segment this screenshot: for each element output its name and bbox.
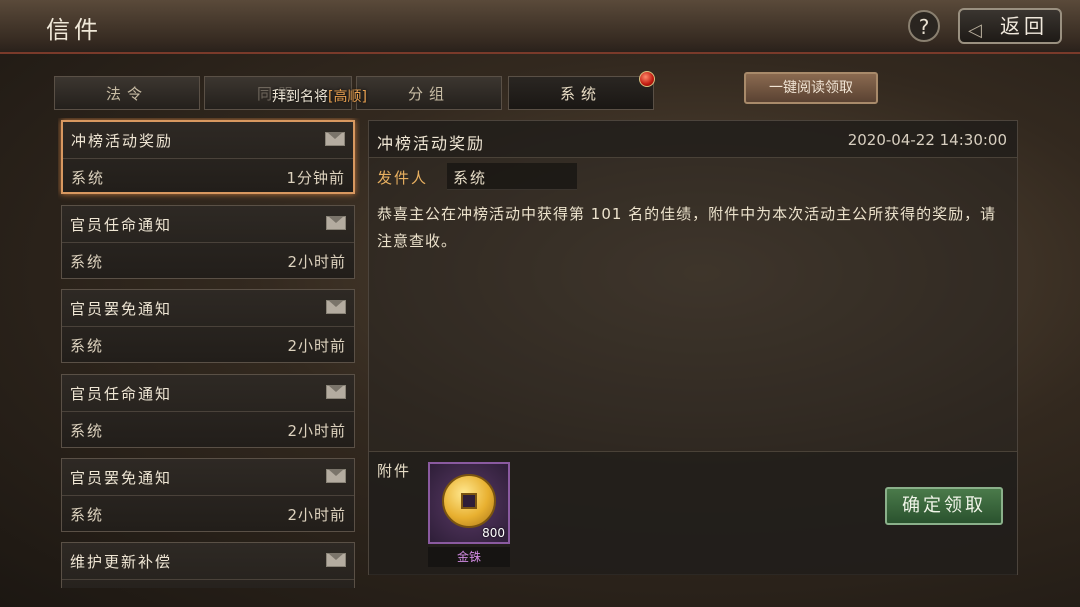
mail-title-row: 维护更新补偿 — [62, 543, 354, 580]
mail-time: 1分钟前 — [286, 169, 345, 187]
attachment-label: 附件 — [377, 462, 412, 480]
envelope-icon — [326, 469, 346, 483]
read-all-claim-button[interactable]: 一键阅读领取 — [744, 72, 878, 104]
sender-box: 系统 — [447, 163, 577, 190]
mail-detail-panel: 冲榜活动奖励 2020-04-22 14:30:00 发件人 系统 恭喜主公在冲… — [368, 120, 1018, 575]
tab-system[interactable]: 系统 — [508, 76, 654, 110]
attachment-item-slot[interactable]: 800 — [428, 462, 510, 544]
mail-title-row: 官员罢免通知 — [62, 290, 354, 327]
mail-time: 2小时前 — [287, 422, 346, 440]
sender-value: 系统 — [453, 169, 488, 187]
mail-title: 维护更新补偿 — [70, 553, 173, 571]
mail-sender: 系统 — [70, 506, 105, 524]
mail-title: 官员罢免通知 — [70, 300, 173, 318]
ticker-text: 拜到名将 — [272, 89, 328, 105]
tab-decree[interactable]: 法令 — [54, 76, 200, 110]
gold-coin-icon — [442, 474, 496, 528]
mail-title: 官员罢免通知 — [70, 469, 173, 487]
mail-sender: 系统 — [70, 337, 105, 355]
mail-body: 恭喜主公在冲榜活动中获得第 101 名的佳绩，附件中为本次活动主公所获得的奖励，… — [377, 205, 997, 250]
mail-item[interactable]: 官员罢免通知 系统 2小时前 — [61, 289, 355, 363]
mail-title-row: 官员罢免通知 — [62, 459, 354, 496]
mail-item[interactable]: 维护更新补偿 — [61, 542, 355, 588]
item-name: 金铢 — [428, 547, 510, 567]
attachment-area: 附件 800 金铢 确定领取 — [369, 451, 1017, 575]
mail-title: 官员任命通知 — [70, 385, 173, 403]
envelope-icon — [326, 300, 346, 314]
mail-time: 2小时前 — [287, 253, 346, 271]
tab-system-label: 系统 — [559, 85, 602, 103]
detail-date: 2020-04-22 14:30:00 — [847, 131, 1007, 149]
envelope-icon — [326, 553, 346, 567]
mail-title: 冲榜活动奖励 — [71, 132, 174, 150]
back-arrow-icon: ◁ — [968, 20, 986, 41]
mail-title-row: 官员任命通知 — [62, 375, 354, 412]
detail-title: 冲榜活动奖励 — [377, 134, 486, 153]
notification-dot — [639, 71, 655, 87]
mail-time: 2小时前 — [287, 506, 346, 524]
coin-hole — [461, 493, 477, 509]
mail-item[interactable]: 官员任命通知 系统 2小时前 — [61, 205, 355, 279]
envelope-icon — [325, 132, 345, 146]
detail-header: 冲榜活动奖励 2020-04-22 14:30:00 — [369, 121, 1017, 158]
confirm-claim-button[interactable]: 确定领取 — [885, 487, 1003, 525]
mail-list: 冲榜活动奖励 系统 1分钟前 官员任命通知 系统 2小时前 官员罢免通知 系统 … — [58, 118, 360, 588]
top-bar: 信件 ? ◁ 返回 — [0, 0, 1080, 54]
item-count: 800 — [482, 526, 505, 540]
page-title: 信件 — [46, 16, 102, 44]
mail-sender: 系统 — [71, 169, 106, 187]
mail-sender: 系统 — [70, 422, 105, 440]
mail-title-row: 官员任命通知 — [62, 206, 354, 243]
mail-sender: 系统 — [70, 253, 105, 271]
envelope-icon — [326, 216, 346, 230]
mail-title: 官员任命通知 — [70, 216, 173, 234]
mail-item[interactable]: 官员任命通知 系统 2小时前 — [61, 374, 355, 448]
sender-label: 发件人 — [377, 169, 429, 187]
mail-title-row: 冲榜活动奖励 — [63, 122, 353, 159]
scrolling-ticker: 拜到名将[高顺] — [272, 86, 367, 106]
mail-item[interactable]: 官员罢免通知 系统 2小时前 — [61, 458, 355, 532]
ticker-highlight: [高顺] — [328, 89, 367, 105]
tab-decree-label: 法令 — [105, 85, 148, 103]
back-label: 返回 — [1000, 14, 1048, 38]
back-button[interactable]: ◁ 返回 — [958, 8, 1062, 44]
mail-time: 2小时前 — [287, 337, 346, 355]
tab-group-label: 分组 — [407, 85, 450, 103]
tab-group[interactable]: 分组 — [356, 76, 502, 110]
mail-item[interactable]: 冲榜活动奖励 系统 1分钟前 — [61, 120, 355, 194]
envelope-icon — [326, 385, 346, 399]
help-button[interactable]: ? — [908, 10, 940, 42]
